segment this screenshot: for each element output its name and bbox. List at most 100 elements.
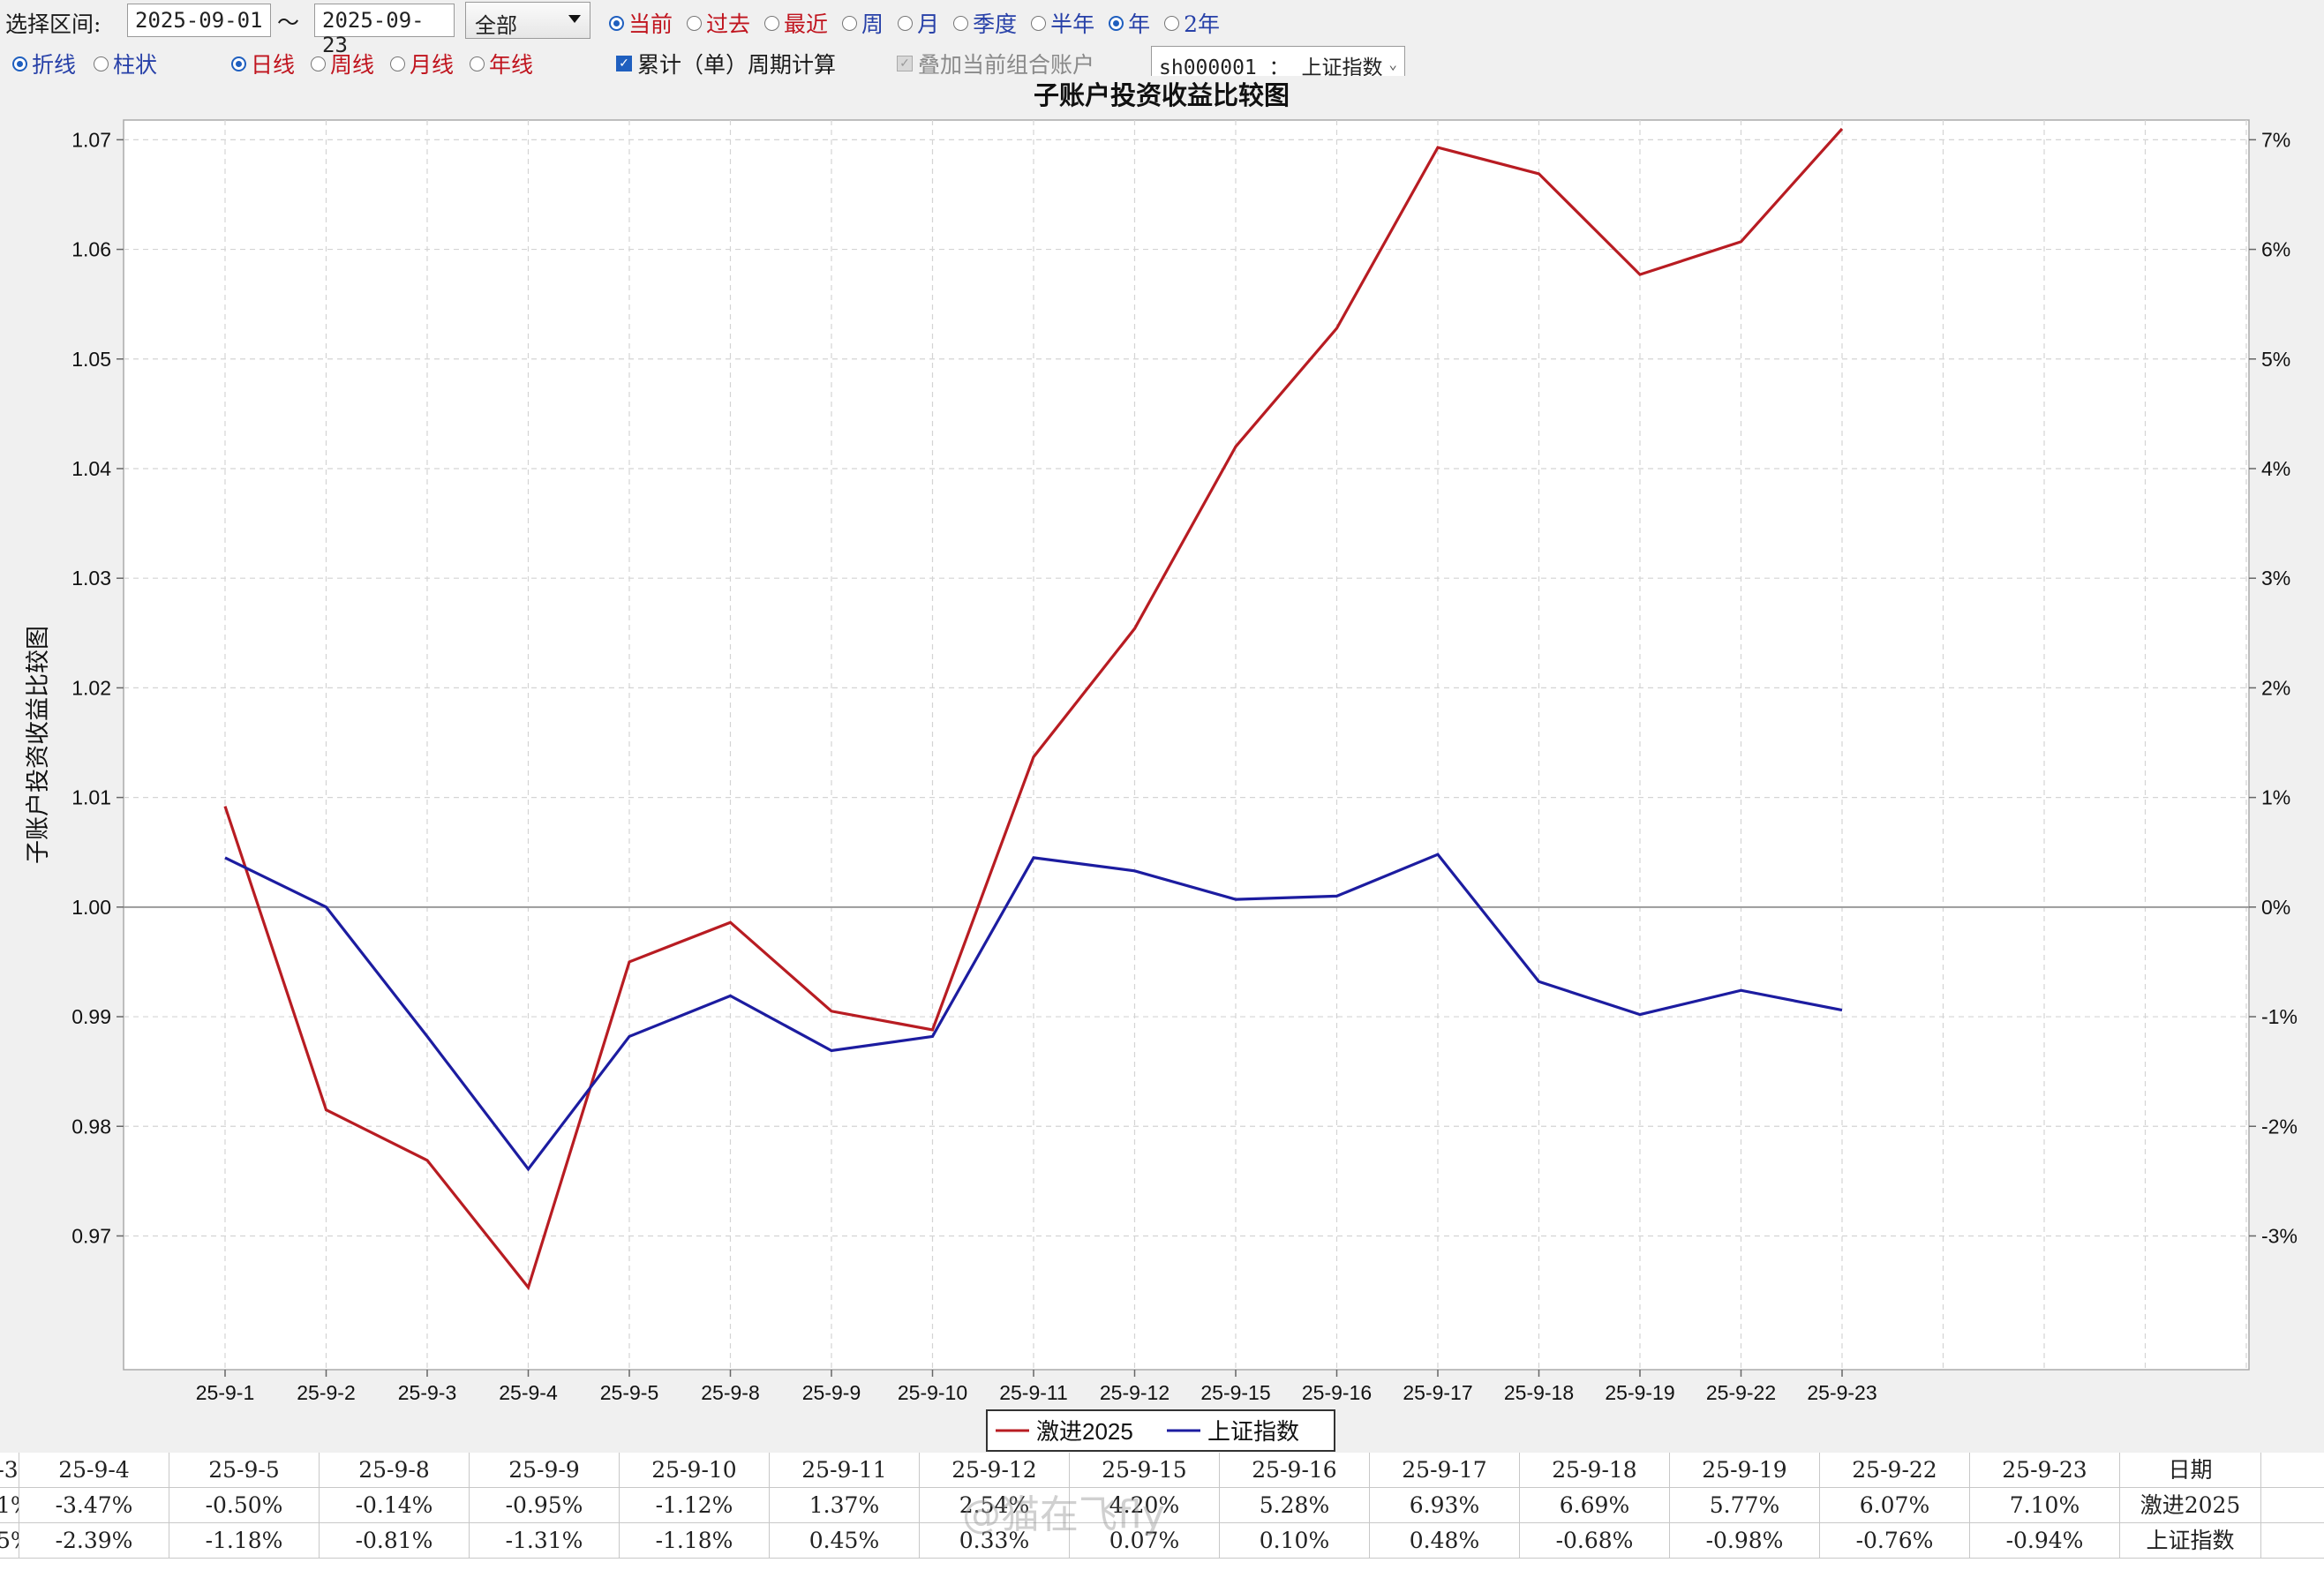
y-right-tick-label: 5% <box>2261 348 2290 371</box>
account-select-value: 全部 <box>475 13 517 38</box>
radio-selected-icon <box>1109 15 1124 31</box>
x-tick-label: 25-9-10 <box>898 1381 967 1404</box>
table-cell: -3 <box>0 1453 19 1488</box>
overlay-label: 叠加当前组合账户 <box>918 52 1095 78</box>
table-cell: 7.10% <box>1970 1488 2120 1523</box>
radio-折线[interactable]: 折线 <box>12 48 76 79</box>
radio-年线[interactable]: 年线 <box>470 48 533 79</box>
radio-label: 柱状 <box>113 52 158 78</box>
table-cell: -0.95% <box>470 1488 620 1523</box>
table-cell: 0.45% <box>770 1523 920 1559</box>
overlay-checkbox[interactable]: ✓ 叠加当前组合账户 <box>897 48 1094 79</box>
radio-label: 周 <box>861 11 884 37</box>
radio-2年[interactable]: 2年 <box>1164 7 1220 39</box>
radio-unselected-icon <box>953 15 969 31</box>
radio-最近[interactable]: 最近 <box>764 7 828 39</box>
watermark: @猫在飞fly <box>962 1492 1165 1537</box>
table-cell: 日期 <box>2120 1453 2261 1488</box>
radio-月[interactable]: 月 <box>898 7 939 39</box>
x-tick-label: 25-9-2 <box>297 1381 355 1404</box>
radio-柱状[interactable]: 柱状 <box>94 48 157 79</box>
table-cell: 1% <box>0 1488 19 1523</box>
table-cell: 上证指数 <box>2120 1523 2261 1559</box>
y-tick-label: 1.02 <box>71 676 111 699</box>
radio-当前[interactable]: 当前 <box>609 7 673 39</box>
y-right-tick-label: 0% <box>2261 896 2290 919</box>
table-cell: 25-9-22 <box>1820 1453 1970 1488</box>
y-right-tick-label: 2% <box>2261 676 2290 699</box>
x-tick-label: 25-9-9 <box>802 1381 861 1404</box>
x-tick-label: 25-9-17 <box>1403 1381 1472 1404</box>
radio-label: 当前 <box>628 11 673 37</box>
table-cell: -0.94% <box>1970 1523 2120 1559</box>
table-cell: 25-9-18 <box>1520 1453 1670 1488</box>
radio-季度[interactable]: 季度 <box>953 7 1017 39</box>
x-tick-label: 25-9-15 <box>1200 1381 1270 1404</box>
radio-过去[interactable]: 过去 <box>687 7 750 39</box>
y-tick-label: 1.07 <box>71 128 111 151</box>
table-cell: -1.31% <box>470 1523 620 1559</box>
x-tick-label: 25-9-18 <box>1504 1381 1574 1404</box>
table-cell: -3.47% <box>19 1488 169 1523</box>
checkbox-disabled-icon: ✓ <box>897 56 913 71</box>
radio-月线[interactable]: 月线 <box>390 48 454 79</box>
table-cell: 0.48% <box>1370 1523 1520 1559</box>
legend-label-series-1: 激进2025 <box>1036 1418 1133 1445</box>
radio-半年[interactable]: 半年 <box>1031 7 1094 39</box>
radio-周线[interactable]: 周线 <box>311 48 374 79</box>
radio-unselected-icon <box>898 15 914 31</box>
y-tick-label: 1.06 <box>71 238 111 261</box>
radio-unselected-icon <box>1164 15 1180 31</box>
cumulative-checkbox[interactable]: ✓ 累计（单）周期计算 <box>616 48 836 79</box>
y-tick-label: 1.05 <box>71 348 111 371</box>
table-cell: 5.77% <box>1670 1488 1820 1523</box>
table-cell: 1.37% <box>770 1488 920 1523</box>
x-tick-label: 25-9-3 <box>398 1381 456 1404</box>
y-right-tick-label: -1% <box>2261 1005 2298 1028</box>
y-tick-label: 0.97 <box>71 1224 111 1247</box>
x-tick-label: 25-9-23 <box>1807 1381 1876 1404</box>
radio-label: 年 <box>1128 11 1151 37</box>
index-select[interactable]: sh000001 ： 上证指数 ⌄ <box>1151 46 1405 79</box>
start-date-input[interactable]: 2025-09-01 <box>127 4 271 37</box>
radio-label: 2年 <box>1184 11 1221 37</box>
y-right-tick-label: 3% <box>2261 567 2290 590</box>
x-tick-label: 25-9-4 <box>499 1381 558 1404</box>
checkbox-checked-icon: ✓ <box>616 56 632 71</box>
table-cell: 5% <box>0 1523 19 1559</box>
table-cell: -1.18% <box>169 1523 320 1559</box>
radio-周[interactable]: 周 <box>842 7 884 39</box>
chevron-down-icon: ⌄ <box>1388 56 1397 72</box>
table-cell: 25-9-10 <box>620 1453 770 1488</box>
table-cell: -0.50% <box>169 1488 320 1523</box>
y-right-tick-label: 7% <box>2261 128 2290 151</box>
y-tick-label: 1.03 <box>71 567 111 590</box>
table-cell: -0.14% <box>320 1488 470 1523</box>
radio-selected-icon <box>609 15 624 31</box>
table-cell: 25-9-17 <box>1370 1453 1520 1488</box>
table-cell: 6.69% <box>1520 1488 1670 1523</box>
radio-label: 季度 <box>973 11 1018 37</box>
y-right-tick-label: -3% <box>2261 1224 2298 1247</box>
y-right-tick-label: 1% <box>2261 786 2290 809</box>
plot-area <box>123 119 2250 1371</box>
radio-label: 日线 <box>251 52 296 78</box>
y-right-tick-label: 6% <box>2261 238 2290 261</box>
account-select[interactable]: 全部 <box>465 2 590 39</box>
radio-unselected-icon <box>842 15 858 31</box>
table-cell: -1.18% <box>620 1523 770 1559</box>
end-date-input[interactable]: 2025-09-23 <box>314 4 455 57</box>
table-cell: 25-9-16 <box>1220 1453 1370 1488</box>
radio-label: 月线 <box>410 52 455 78</box>
y-tick-label: 0.99 <box>71 1005 111 1028</box>
toolbar: 选择区间: 2025-09-01 ～ 2025-09-23 全部 当前 过去 最近周… <box>0 0 2324 85</box>
radio-日线[interactable]: 日线 <box>231 48 295 79</box>
performance-line-chart: 子账户投资收益比较图 0.97 -3% 0.98 -2% 0.99 -1% 1.00 0% 1.… <box>0 76 2324 1453</box>
y-axis-label: 子账户投资收益比较图 <box>25 626 51 864</box>
x-tick-label: 25-9-11 <box>999 1381 1068 1404</box>
radio-selected-icon <box>12 56 27 71</box>
radio-年[interactable]: 年 <box>1109 7 1150 39</box>
radio-unselected-icon <box>390 56 406 71</box>
x-tick-label: 25-9-16 <box>1302 1381 1372 1404</box>
table-cell: -0.76% <box>1820 1523 1970 1559</box>
